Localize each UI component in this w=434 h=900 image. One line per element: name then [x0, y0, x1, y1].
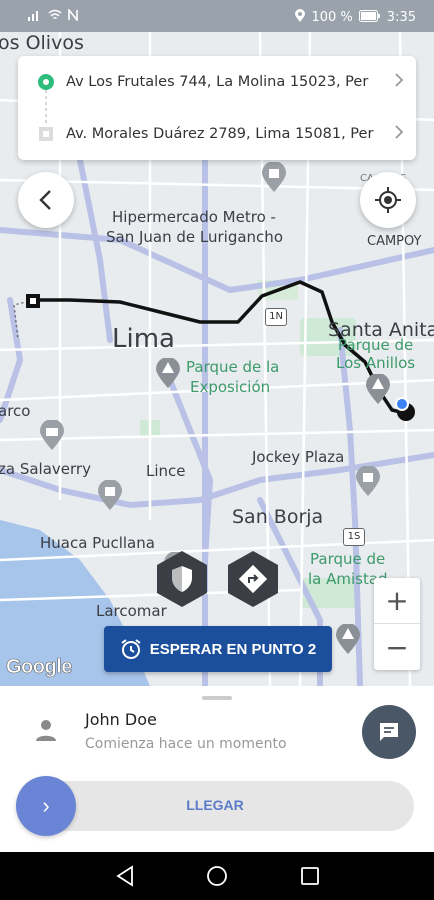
nfc-icon [68, 7, 78, 25]
status-right: 100 % 3:35 [295, 9, 416, 26]
origin-address: Av Los Frutales 744, La Molina 15023, Pe… [66, 74, 369, 90]
nav-back-icon[interactable] [113, 864, 137, 888]
destination-square-icon [39, 127, 53, 141]
status-bar: 100 % 3:35 [0, 0, 434, 32]
battery-percent: 100 % [311, 10, 353, 25]
zoom-in-button[interactable]: + [374, 578, 420, 624]
rider-status: Comienza hace un momento [85, 736, 287, 752]
clock: 3:35 [386, 10, 416, 25]
chat-button[interactable] [362, 705, 416, 759]
origin-row[interactable]: Av Los Frutales 744, La Molina 15023, Pe… [18, 56, 416, 108]
wait-button-label: ESPERAR EN PUNTO 2 [149, 640, 317, 658]
battery-icon [358, 9, 381, 26]
alarm-clock-icon [121, 639, 141, 659]
person-icon [36, 720, 56, 741]
system-nav-bar [0, 852, 434, 900]
status-left [28, 7, 78, 25]
signal-icon [28, 9, 42, 25]
safety-shield-button[interactable] [155, 550, 209, 608]
origin-dot-icon [38, 74, 54, 90]
zoom-out-button[interactable]: − [374, 624, 420, 670]
nav-home-icon[interactable] [205, 864, 229, 888]
chevron-right-icon [394, 72, 404, 93]
route-card: Av Los Frutales 744, La Molina 15023, Pe… [18, 56, 416, 160]
arrive-slider-knob[interactable]: › [16, 776, 76, 836]
sheet-drag-handle[interactable] [202, 696, 232, 700]
directions-button[interactable] [226, 550, 280, 608]
destination-address: Av. Morales Duárez 2789, Lima 15081, Per [66, 126, 374, 142]
back-button[interactable] [18, 172, 74, 228]
destination-row[interactable]: Av. Morales Duárez 2789, Lima 15081, Per [18, 108, 416, 160]
rider-name: John Doe [85, 710, 157, 729]
location-pin-icon [295, 9, 306, 26]
chevron-right-icon [394, 124, 404, 145]
nav-recents-icon[interactable] [298, 864, 322, 888]
back-arrow-icon [39, 190, 51, 210]
my-location-button[interactable] [360, 172, 416, 228]
wait-at-point-button[interactable]: ESPERAR EN PUNTO 2 [104, 626, 332, 672]
chat-icon [380, 723, 398, 741]
my-location-icon [375, 187, 401, 213]
wifi-icon [48, 9, 62, 25]
google-attribution: Google [6, 656, 73, 679]
zoom-controls: + − [374, 578, 420, 670]
